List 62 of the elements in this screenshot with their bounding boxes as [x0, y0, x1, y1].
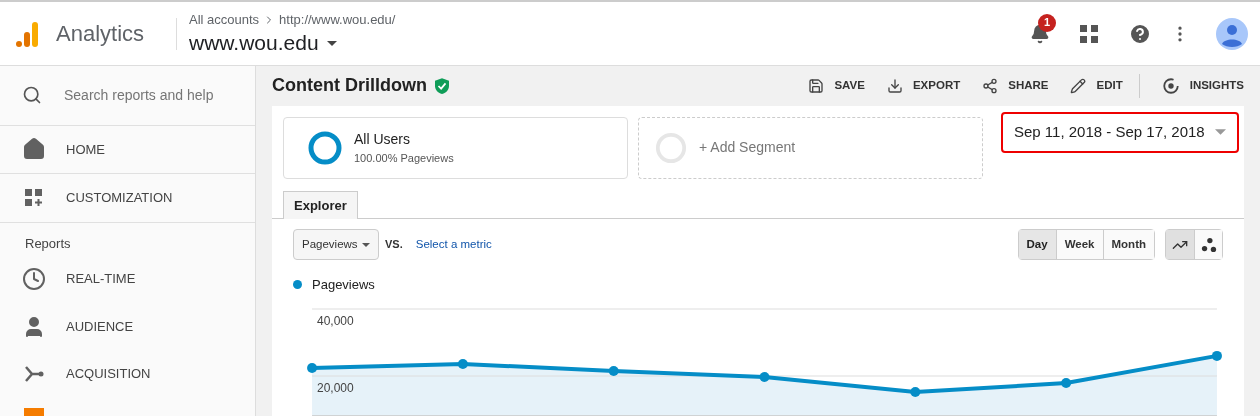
breadcrumb-link[interactable]: All accounts — [189, 9, 260, 30]
legend-label: Pageviews — [312, 276, 375, 295]
bar-chart-logo — [16, 19, 40, 48]
property-selector[interactable]: www.wou.edu — [189, 29, 396, 58]
data-point — [1211, 350, 1222, 361]
square-icon — [24, 408, 44, 416]
bubbles-icon — [1200, 236, 1217, 253]
nav-item[interactable]: AUDIENCE — [0, 302, 255, 351]
ring-icon — [308, 130, 342, 165]
caret-icon — [362, 242, 370, 247]
search-icon — [22, 85, 42, 106]
share-icon — [982, 77, 999, 94]
nav-item[interactable]: CUSTOMIZATION — [0, 174, 255, 223]
shield-check-icon — [435, 77, 449, 94]
granularity-button[interactable]: Day — [1018, 230, 1057, 260]
granularity-button[interactable]: Month — [1103, 230, 1154, 260]
date-range-picker[interactable]: Sep 11, 2018 - Sep 17, 2018 — [1001, 111, 1239, 153]
dashboard-plus-icon — [24, 188, 44, 209]
save-icon — [808, 77, 825, 94]
app-name: Analytics — [56, 20, 145, 48]
granularity-button[interactable]: Week — [1056, 230, 1104, 260]
line-chart-toggle[interactable] — [1166, 230, 1194, 260]
download-icon — [886, 77, 903, 94]
data-point — [608, 365, 619, 376]
segment-detail: 100.00% Pageviews — [354, 151, 454, 167]
page-title: Content Drilldown — [272, 74, 427, 98]
data-point — [307, 362, 318, 373]
home-icon — [22, 137, 46, 162]
tab[interactable]: Explorer — [283, 190, 358, 219]
axis-label: 40,000 — [317, 313, 354, 328]
axis-label: 20,000 — [317, 380, 354, 395]
data-point — [759, 371, 770, 382]
pencil-icon — [1070, 77, 1087, 94]
motion-chart-toggle[interactable] — [1194, 230, 1222, 260]
toolbar-button[interactable]: EXPORT — [886, 77, 961, 95]
metric-dropdown[interactable]: Pageviews — [293, 229, 379, 261]
toolbar-button[interactable]: SHARE — [982, 77, 1049, 95]
segment-card[interactable]: All Users 100.00% Pageviews — [283, 116, 628, 179]
nav-item[interactable]: REAL-TIME — [0, 255, 255, 303]
data-point — [457, 358, 468, 369]
nav-item[interactable]: HOME — [0, 125, 255, 175]
apps-grid-icon[interactable] — [1080, 24, 1098, 43]
breadcrumb-link[interactable]: http://www.wou.edu/ — [279, 9, 396, 30]
caret-icon — [1215, 129, 1226, 136]
insights-icon — [1161, 76, 1180, 95]
section-heading: Reports — [25, 236, 71, 251]
vs-label: VS. — [385, 236, 403, 252]
ring-icon — [655, 131, 687, 164]
data-point — [1061, 377, 1072, 388]
clock-icon — [22, 266, 46, 291]
select-metric-link[interactable]: Select a metric — [415, 236, 492, 254]
toolbar-button[interactable]: INSIGHTS — [1161, 76, 1244, 95]
search-field[interactable]: Search reports and help — [64, 84, 234, 106]
notification-badge: 1 — [1038, 13, 1056, 32]
caret-icon — [326, 40, 337, 46]
segment-name: All Users — [354, 130, 411, 150]
toolbar-button[interactable]: EDIT — [1070, 77, 1123, 95]
nav-item[interactable]: ACQUISITION — [0, 350, 255, 399]
add-segment-button[interactable]: + Add Segment — [638, 116, 983, 179]
toolbar-button[interactable]: SAVE — [808, 77, 865, 95]
avatar-icon[interactable] — [1216, 17, 1248, 50]
data-point — [910, 386, 921, 397]
